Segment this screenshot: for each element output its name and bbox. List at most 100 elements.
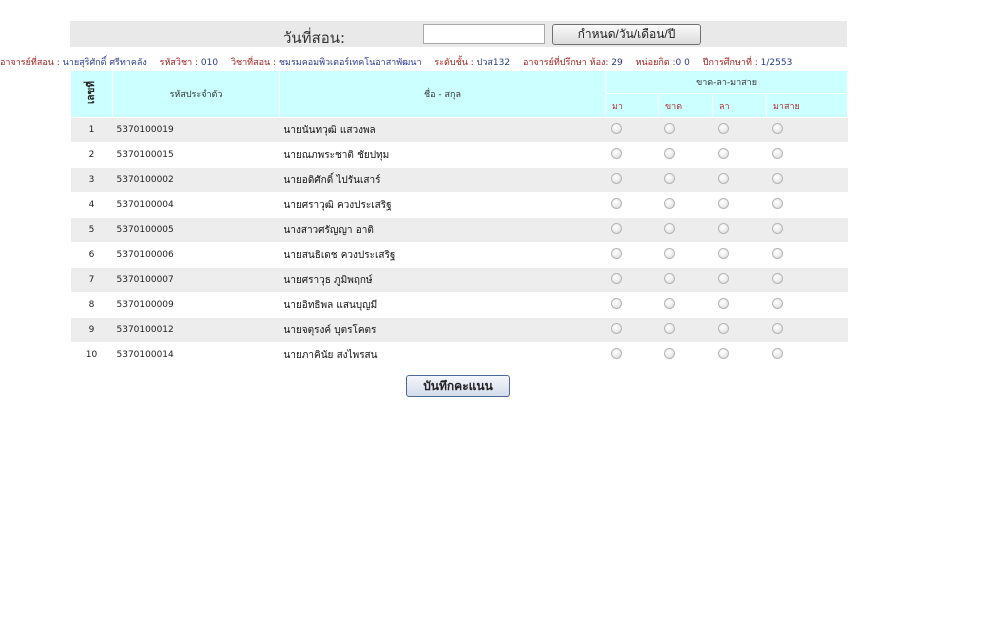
radio-late[interactable]: [771, 198, 783, 209]
student-name: นายอิทธิพล แสนบุญมี: [279, 292, 606, 318]
radio-leave[interactable]: [717, 223, 729, 234]
cell-absent: [658, 267, 713, 293]
row-number: 5: [70, 217, 113, 243]
radio-present[interactable]: [610, 248, 622, 259]
subject-label: วิชาที่สอน :: [230, 58, 279, 68]
cell-late: [766, 242, 848, 268]
radio-absent[interactable]: [663, 173, 675, 184]
cell-absent: [658, 317, 713, 343]
row-number: 9: [70, 317, 113, 343]
radio-leave[interactable]: [717, 148, 729, 159]
radio-absent[interactable]: [663, 148, 675, 159]
radio-present[interactable]: [610, 123, 622, 134]
cell-late: [766, 317, 848, 343]
course-code-value: 010: [200, 58, 219, 68]
row-number: 7: [70, 267, 113, 293]
table-row: 5 5370100005 นางสาวศรัญญา อาติ: [70, 217, 848, 243]
teacher-label: อาจารย์ที่สอน :: [0, 58, 63, 68]
cell-leave: [712, 217, 767, 243]
radio-absent[interactable]: [663, 348, 675, 359]
student-name: นายนันทวุฒิ แสวงพล: [279, 117, 606, 143]
table-row: 10 5370100014 นายภาคินัย สงไพรสน: [70, 342, 848, 368]
radio-leave[interactable]: [717, 198, 729, 209]
cell-absent: [658, 117, 713, 143]
column-header-status-group: ขาด-ลา-มาสาย: [604, 70, 849, 94]
cell-leave: [712, 167, 767, 193]
cell-present: [605, 267, 659, 293]
column-header-student-id: รหัสประจำตัว: [112, 70, 280, 118]
save-scores-button[interactable]: บันทึกคะแนน: [406, 375, 510, 397]
radio-present[interactable]: [610, 198, 622, 209]
cell-late: [766, 342, 848, 368]
cell-late: [766, 267, 848, 293]
cell-late: [766, 217, 848, 243]
radio-absent[interactable]: [663, 198, 675, 209]
radio-present[interactable]: [610, 273, 622, 284]
cell-present: [605, 242, 659, 268]
cell-late: [766, 292, 848, 318]
row-number: 10: [70, 342, 113, 368]
teaching-date-label: วันที่สอน:: [283, 29, 346, 47]
radio-leave[interactable]: [717, 173, 729, 184]
radio-late[interactable]: [771, 348, 783, 359]
radio-late[interactable]: [771, 173, 783, 184]
student-id: 5370100006: [112, 242, 280, 268]
credit-value: 0 0: [675, 58, 690, 68]
radio-absent[interactable]: [663, 223, 675, 234]
cell-late: [766, 192, 848, 218]
cell-absent: [658, 217, 713, 243]
academic-year-label: ปีการศึกษาที่ :: [702, 58, 761, 68]
cell-absent: [658, 142, 713, 168]
row-number: 6: [70, 242, 113, 268]
student-id: 5370100005: [112, 217, 280, 243]
cell-leave: [712, 292, 767, 318]
teaching-date-input[interactable]: [423, 24, 545, 44]
radio-absent[interactable]: [663, 298, 675, 309]
student-id: 5370100012: [112, 317, 280, 343]
radio-present[interactable]: [610, 348, 622, 359]
radio-present[interactable]: [610, 223, 622, 234]
radio-leave[interactable]: [717, 123, 729, 134]
radio-leave[interactable]: [717, 248, 729, 259]
radio-leave[interactable]: [717, 348, 729, 359]
academic-year-value: 1/2553: [760, 58, 793, 68]
radio-leave[interactable]: [717, 323, 729, 334]
radio-present[interactable]: [610, 148, 622, 159]
row-number: 4: [70, 192, 113, 218]
credit-label: หน่อยกิต :: [635, 58, 676, 68]
radio-absent[interactable]: [663, 273, 675, 284]
student-id: 5370100009: [112, 292, 280, 318]
radio-late[interactable]: [771, 148, 783, 159]
radio-late[interactable]: [771, 298, 783, 309]
radio-absent[interactable]: [663, 123, 675, 134]
student-name: นายจตุรงค์ บุตรโคตร: [279, 317, 606, 343]
radio-late[interactable]: [771, 123, 783, 134]
cell-leave: [712, 267, 767, 293]
table-row: 7 5370100007 นายศราวุธ ภูมิพฤกษ์: [70, 267, 848, 293]
radio-late[interactable]: [771, 323, 783, 334]
course-info-bar: อาจารย์ที่สอน : นายสุริศักดิ์ ศรีทาคลัง …: [0, 57, 1008, 69]
radio-absent[interactable]: [663, 248, 675, 259]
set-date-button[interactable]: กำหนด/วัน/เดือน/ปี: [552, 24, 701, 45]
radio-present[interactable]: [610, 323, 622, 334]
table-row: 1 5370100019 นายนันทวุฒิ แสวงพล: [70, 117, 848, 143]
level-value: ปวส132: [476, 58, 511, 68]
radio-present[interactable]: [610, 298, 622, 309]
advisor-label: อาจารย์ที่ปรึกษา ห้อง:: [522, 58, 612, 68]
date-toolbar: วันที่สอน: กำหนด/วัน/เดือน/ปี: [70, 21, 847, 47]
cell-present: [605, 142, 659, 168]
radio-absent[interactable]: [663, 323, 675, 334]
radio-present[interactable]: [610, 173, 622, 184]
column-header-absent: ขาด: [658, 93, 713, 118]
table-row: 3 5370100002 นายอดิศักดิ์ ไปรันเสาร์: [70, 167, 848, 193]
table-row: 9 5370100012 นายจตุรงค์ บุตรโคตร: [70, 317, 848, 343]
cell-late: [766, 167, 848, 193]
radio-late[interactable]: [771, 273, 783, 284]
student-id: 5370100002: [112, 167, 280, 193]
cell-absent: [658, 192, 713, 218]
radio-late[interactable]: [771, 248, 783, 259]
radio-leave[interactable]: [717, 298, 729, 309]
radio-leave[interactable]: [717, 273, 729, 284]
cell-present: [605, 342, 659, 368]
radio-late[interactable]: [771, 223, 783, 234]
